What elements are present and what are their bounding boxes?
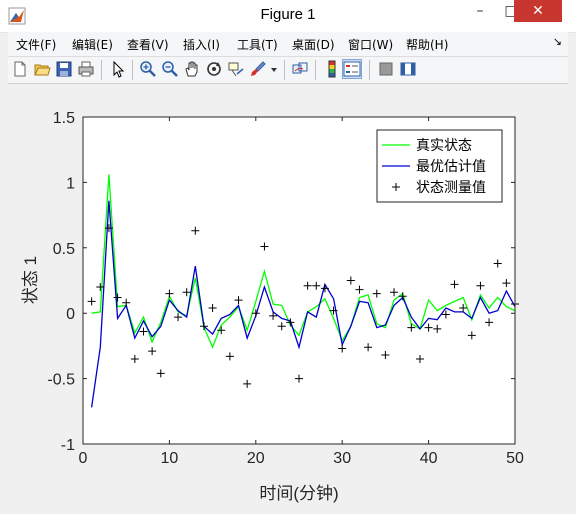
legend-label-estimate: 最优估计值 xyxy=(416,158,486,174)
menu-tools[interactable]: 工具(T) xyxy=(237,36,278,53)
zoom-in-icon[interactable] xyxy=(139,60,157,78)
rotate-3d-icon[interactable] xyxy=(205,60,223,78)
colorbar-icon[interactable] xyxy=(323,60,341,78)
figure-toolbar xyxy=(8,57,568,84)
print-icon[interactable] xyxy=(77,60,95,78)
legend-toggle-button[interactable] xyxy=(342,59,362,79)
data-cursor-icon[interactable] xyxy=(227,60,245,78)
x-tick-label: 50 xyxy=(506,450,524,467)
y-axis-label: 状态 1 xyxy=(21,256,40,304)
hide-plot-tools-icon[interactable] xyxy=(377,60,395,78)
save-icon[interactable] xyxy=(55,60,73,78)
y-tick-label: -1 xyxy=(61,437,75,454)
y-tick-label: 1 xyxy=(66,175,75,192)
menu-edit[interactable]: 编辑(E) xyxy=(72,36,113,53)
y-tick-label: 0.5 xyxy=(53,241,75,258)
dock-arrow-icon[interactable]: ↘ xyxy=(553,35,562,48)
y-tick-label: 0 xyxy=(66,306,75,323)
toolbar-separator xyxy=(315,60,316,80)
pan-hand-icon[interactable] xyxy=(183,60,201,78)
select-arrow-icon[interactable] xyxy=(109,60,127,78)
menu-insert[interactable]: 插入(I) xyxy=(183,36,220,53)
y-tick-label: -0.5 xyxy=(47,372,75,389)
x-tick-label: 20 xyxy=(247,450,265,467)
title-bar: Figure 1 – □ ✕ xyxy=(0,0,576,33)
x-tick-label: 0 xyxy=(79,450,88,467)
menu-bar: 文件(F) 编辑(E) 查看(V) 插入(I) 工具(T) 桌面(D) 窗口(W… xyxy=(8,32,568,57)
zoom-out-icon[interactable] xyxy=(161,60,179,78)
figure-canvas: 0 10 20 30 40 50 -1 -0.5 0 0.5 1 1.5 时间(分钟) 状态 1 真实… xyxy=(8,84,568,506)
legend-label-measurement: 状态测量值 xyxy=(416,179,486,195)
link-plot-icon[interactable] xyxy=(291,60,309,78)
x-tick-label: 40 xyxy=(420,450,438,467)
toolbar-separator xyxy=(101,60,102,80)
close-button[interactable]: ✕ xyxy=(514,0,562,22)
toolbar-separator xyxy=(369,60,370,80)
legend-icon xyxy=(343,61,361,77)
menu-window[interactable]: 窗口(W) xyxy=(348,36,393,53)
legend-label-true-state: 真实状态 xyxy=(416,137,472,153)
menu-view[interactable]: 查看(V) xyxy=(127,36,169,53)
plot-area[interactable]: 0 10 20 30 40 50 -1 -0.5 0 0.5 1 1.5 时间(分钟) 状态 1 真实… xyxy=(8,84,568,506)
toolbar-separator xyxy=(284,60,285,80)
x-tick-label: 10 xyxy=(161,450,179,467)
x-axis-label: 时间(分钟) xyxy=(259,484,338,503)
y-tick-label: 1.5 xyxy=(53,110,75,127)
new-figure-icon[interactable] xyxy=(11,60,29,78)
toolbar-separator xyxy=(132,60,133,80)
brush-icon[interactable] xyxy=(249,60,267,78)
open-file-icon[interactable] xyxy=(33,60,51,78)
x-tick-label: 30 xyxy=(333,450,351,467)
minimize-button[interactable]: – xyxy=(465,0,495,22)
menu-file[interactable]: 文件(F) xyxy=(16,36,56,53)
menu-help[interactable]: 帮助(H) xyxy=(406,36,448,53)
brush-dropdown-icon[interactable] xyxy=(269,60,279,78)
legend[interactable]: 真实状态 最优估计值 状态测量值 xyxy=(376,129,503,203)
menu-desktop[interactable]: 桌面(D) xyxy=(292,36,335,53)
show-plot-tools-icon[interactable] xyxy=(399,60,417,78)
